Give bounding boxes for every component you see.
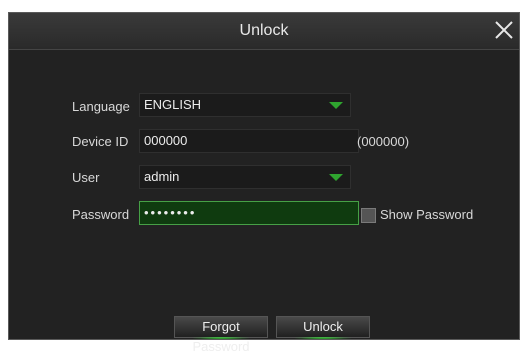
device-id-value: 000000	[144, 133, 188, 148]
password-field[interactable]: ••••••••	[139, 201, 359, 225]
user-value: admin	[144, 169, 180, 184]
language-value: ENGLISH	[144, 97, 202, 112]
user-label: User	[72, 170, 100, 185]
device-id-hint: (000000)	[357, 134, 410, 149]
user-select[interactable]: admin	[139, 165, 351, 189]
language-select[interactable]: ENGLISH	[139, 93, 351, 117]
forgot-password-button[interactable]: Forgot Password	[174, 316, 268, 354]
device-id-input[interactable]: 000000	[139, 129, 359, 153]
language-label: Language	[72, 99, 130, 114]
unlock-button[interactable]: Unlock	[276, 316, 370, 339]
close-icon[interactable]	[491, 17, 517, 43]
password-label: Password	[72, 207, 130, 222]
password-value: ••••••••	[144, 205, 197, 220]
title-bar: Unlock	[9, 13, 519, 50]
device-id-label: Device ID	[72, 134, 129, 149]
show-password-label: Show Password	[380, 207, 474, 222]
unlock-dialog: Unlock Language ENGLISH Device ID 000000…	[8, 12, 520, 354]
show-password-checkbox[interactable]	[361, 208, 376, 223]
dialog-title: Unlock	[239, 22, 289, 39]
chevron-down-icon	[329, 102, 343, 109]
chevron-down-icon	[329, 174, 343, 181]
